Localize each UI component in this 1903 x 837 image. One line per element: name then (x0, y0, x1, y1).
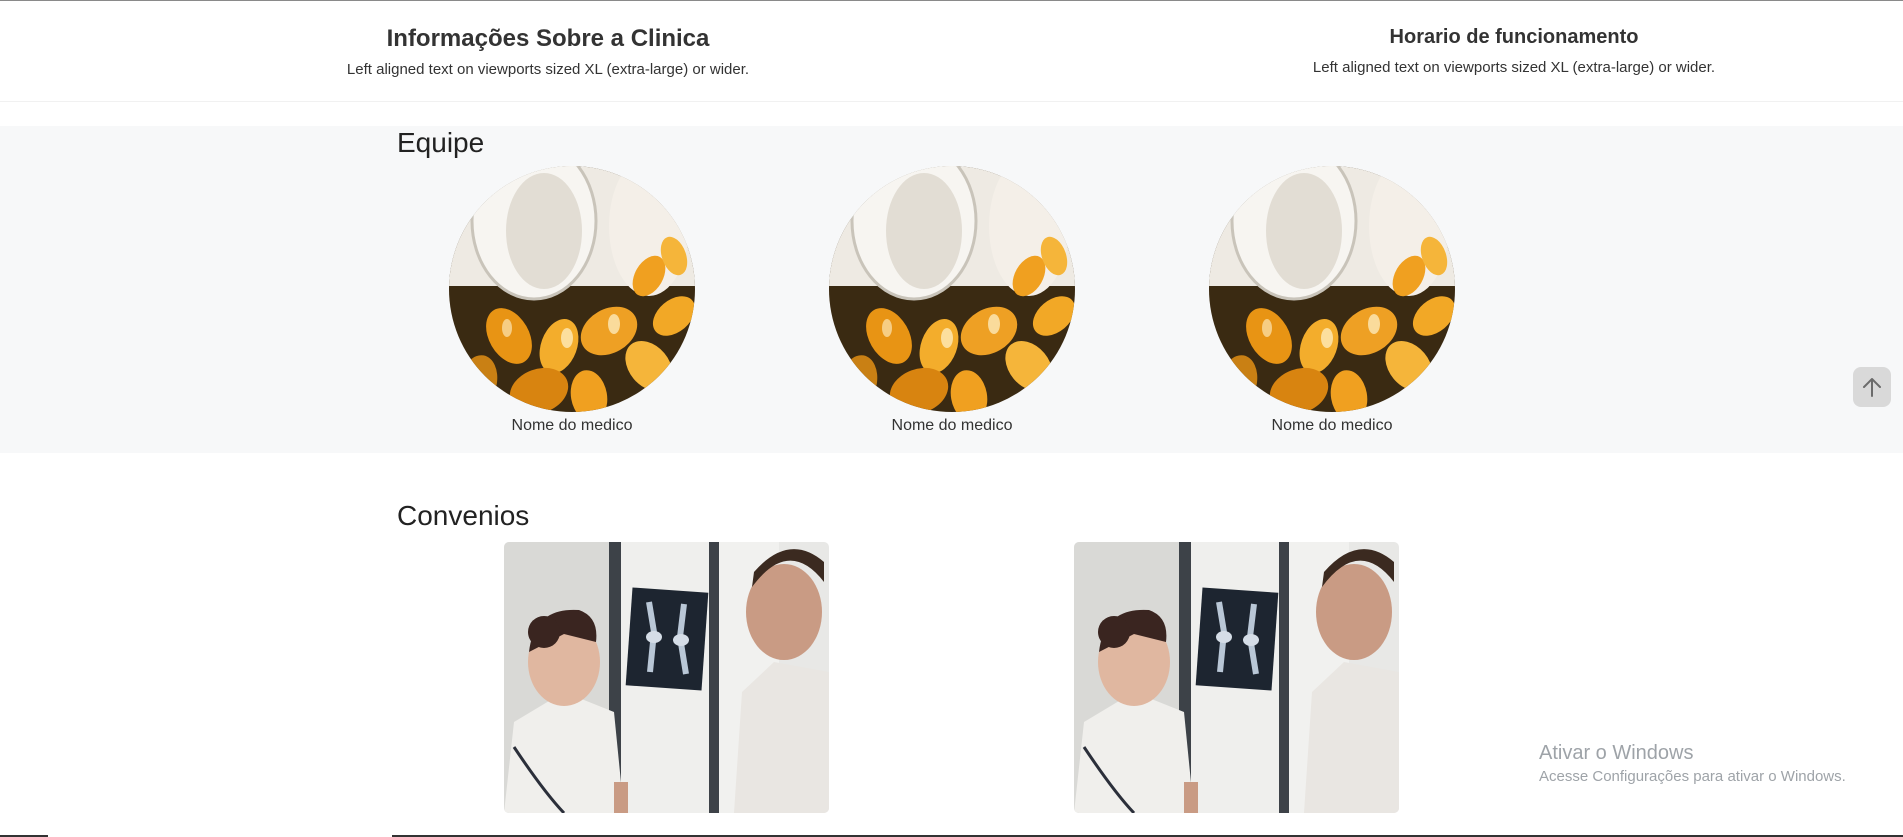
capsules-photo (449, 166, 695, 412)
opening-hours-title: Horario de funcionamento (1389, 26, 1639, 48)
team-section: Equipe Nome do medico Nome do medico Nom… (0, 126, 1903, 453)
doctor-name: Nome do medico (891, 417, 1013, 434)
watermark-subtitle: Acesse Configurações para ativar o Windo… (1539, 768, 1846, 785)
team-member-card: Nome do medico (829, 166, 1075, 436)
doctor-name: Nome do medico (511, 417, 633, 434)
capsules-photo (1209, 166, 1455, 412)
watermark-title: Ativar o Windows (1539, 742, 1694, 764)
scroll-to-top-button[interactable] (1853, 367, 1891, 407)
doctors-xray-photo (1074, 542, 1399, 813)
clinic-info-text: Left aligned text on viewports sized XL … (346, 61, 750, 78)
clinic-info-column: Informações Sobre a Clinica Left aligned… (198, 24, 898, 80)
agreements-title: Convenios (397, 500, 530, 531)
clinic-info-title: Informações Sobre a Clinica (386, 25, 710, 52)
arrow-up-icon (1863, 378, 1881, 397)
info-header: Informações Sobre a Clinica Left aligned… (0, 0, 1903, 102)
opening-hours-text: Left aligned text on viewports sized XL … (1312, 59, 1716, 76)
windows-activation-watermark: Ativar o Windows Acesse Configurações pa… (1539, 741, 1846, 787)
team-member-card: Nome do medico (1209, 166, 1455, 436)
capsules-photo (829, 166, 1075, 412)
doctors-xray-photo (504, 542, 829, 813)
team-member-card: Nome do medico (449, 166, 695, 436)
doctor-name: Nome do medico (1271, 417, 1393, 434)
team-title: Equipe (397, 127, 485, 158)
opening-hours-column: Horario de funcionamento Left aligned te… (1164, 22, 1864, 78)
